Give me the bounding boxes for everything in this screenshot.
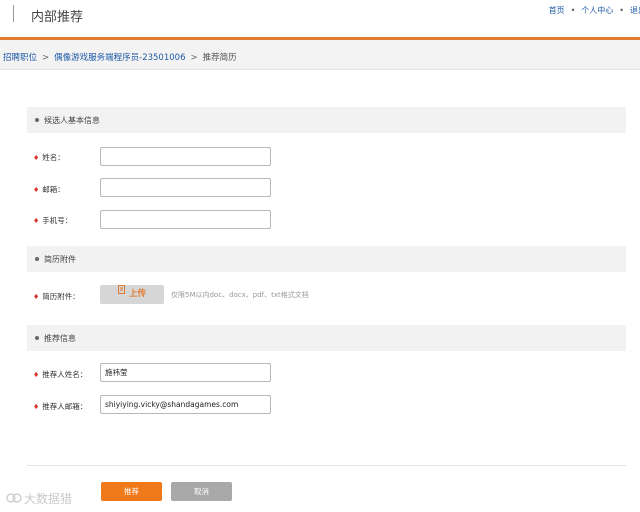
bullet-icon bbox=[35, 336, 39, 340]
section-title: 候选人基本信息 bbox=[44, 116, 100, 125]
phone-input[interactable] bbox=[100, 210, 271, 229]
page-title: 内部推荐 bbox=[31, 10, 84, 25]
breadcrumb-jobs-link[interactable]: 招聘职位 bbox=[3, 53, 37, 63]
attachment-label: ♦ 简历附件： bbox=[33, 292, 80, 301]
referrer-name-input[interactable] bbox=[100, 363, 271, 382]
nav-separator: • bbox=[619, 6, 624, 15]
page-header: 内部推荐 首页 • 个人中心 • 退出 bbox=[0, 0, 640, 37]
nav-profile-link[interactable]: 个人中心 bbox=[581, 6, 613, 15]
form-divider bbox=[27, 465, 626, 466]
breadcrumb-current: 推荐简历 bbox=[202, 53, 237, 63]
cancel-button[interactable]: 取消 bbox=[171, 482, 232, 501]
email-label: ♦ 邮箱： bbox=[33, 185, 65, 194]
submit-button[interactable]: 推荐 bbox=[101, 482, 162, 501]
bullet-icon bbox=[35, 118, 39, 122]
breadcrumb-position-link[interactable]: 偶像游戏服务端程序员-23501006 bbox=[54, 53, 185, 63]
document-icon bbox=[117, 283, 125, 302]
nav-separator: • bbox=[570, 6, 576, 15]
referrer-email-label: ♦ 推荐人邮箱： bbox=[33, 402, 88, 411]
section-title: 简历附件 bbox=[44, 255, 76, 264]
referrer-email-input[interactable] bbox=[100, 395, 271, 414]
upload-label: 上传 bbox=[128, 289, 146, 299]
top-nav: 首页 • 个人中心 • 退出 bbox=[549, 5, 640, 16]
upload-hint: 仅限5M以内doc、docx、pdf、txt格式文档 bbox=[171, 291, 309, 299]
required-icon: ♦ bbox=[33, 293, 40, 301]
required-icon: ♦ bbox=[33, 371, 40, 379]
section-candidate-info: 候选人基本信息 bbox=[27, 107, 626, 133]
title-divider bbox=[13, 5, 14, 22]
required-icon: ♦ bbox=[33, 154, 40, 162]
breadcrumb-bar: 招聘职位 > 偶像游戏服务端程序员-23501006 > 推荐简历 bbox=[0, 40, 640, 70]
name-input[interactable] bbox=[100, 147, 271, 166]
breadcrumb-separator: > bbox=[42, 53, 50, 63]
bullet-icon bbox=[35, 257, 39, 261]
name-label: ♦ 姓名： bbox=[33, 153, 65, 162]
breadcrumb: 招聘职位 > 偶像游戏服务端程序员-23501006 > 推荐简历 bbox=[3, 51, 237, 63]
section-resume-attachment: 简历附件 bbox=[27, 246, 626, 272]
phone-label: ♦ 手机号： bbox=[33, 216, 73, 225]
section-referrer-info: 推荐信息 bbox=[27, 325, 626, 351]
required-icon: ♦ bbox=[33, 186, 40, 194]
required-icon: ♦ bbox=[33, 217, 40, 225]
watermark: 大数据猎 bbox=[6, 490, 72, 507]
nav-logout-link[interactable]: 退出 bbox=[630, 6, 640, 15]
required-icon: ♦ bbox=[33, 403, 40, 411]
referrer-name-label: ♦ 推荐人姓名： bbox=[33, 370, 88, 379]
nav-home-link[interactable]: 首页 bbox=[549, 6, 565, 15]
upload-button[interactable]: 上传 bbox=[100, 285, 164, 304]
watermark-logo-icon bbox=[6, 492, 22, 507]
email-input[interactable] bbox=[100, 178, 271, 197]
section-title: 推荐信息 bbox=[44, 334, 76, 343]
watermark-text: 大数据猎 bbox=[24, 492, 73, 506]
breadcrumb-separator: > bbox=[190, 53, 198, 63]
